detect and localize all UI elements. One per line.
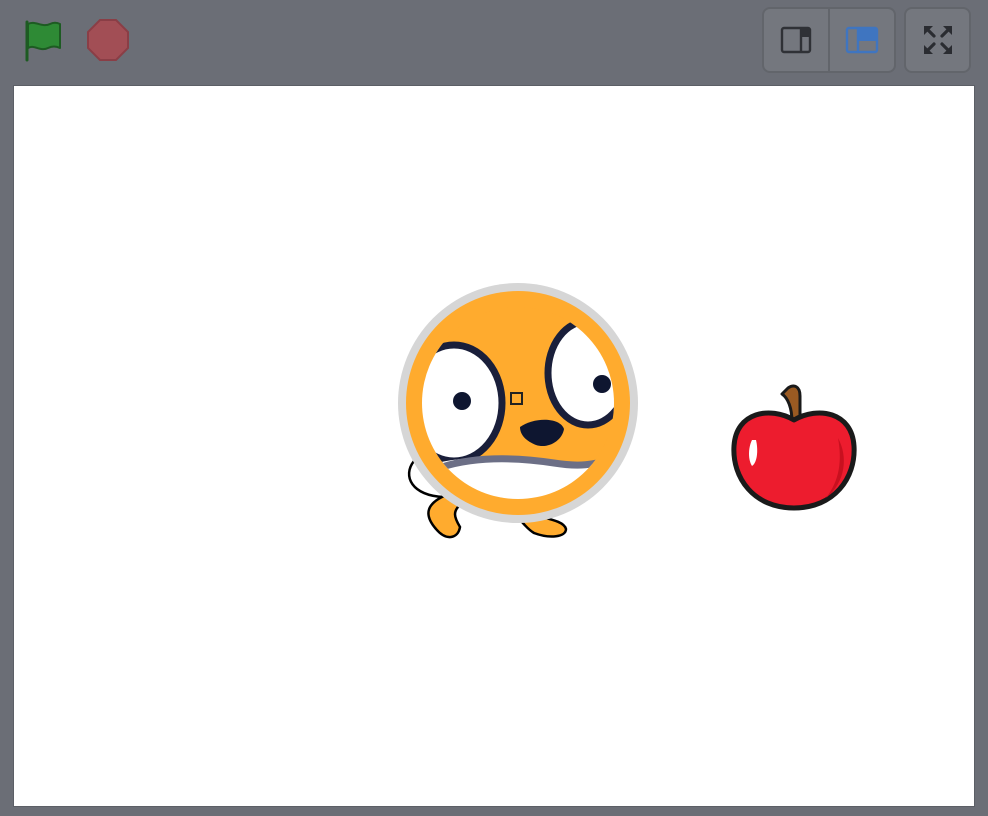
stage-header — [0, 0, 988, 86]
fullscreen-icon — [923, 26, 952, 54]
small-stage-button[interactable] — [764, 9, 828, 71]
large-stage-button[interactable] — [828, 9, 894, 71]
fullscreen-button[interactable] — [904, 7, 971, 73]
cat-sprite[interactable] — [384, 281, 644, 551]
stop-sign-icon — [87, 19, 129, 61]
green-flag-button[interactable] — [20, 18, 66, 64]
stage-size-toggle — [762, 7, 896, 73]
stop-button[interactable] — [86, 18, 130, 62]
green-flag-icon — [25, 20, 61, 62]
large-stage-icon — [845, 26, 879, 54]
small-stage-icon — [780, 26, 812, 54]
apple-sprite[interactable] — [730, 382, 860, 514]
stage-canvas[interactable] — [14, 86, 974, 806]
